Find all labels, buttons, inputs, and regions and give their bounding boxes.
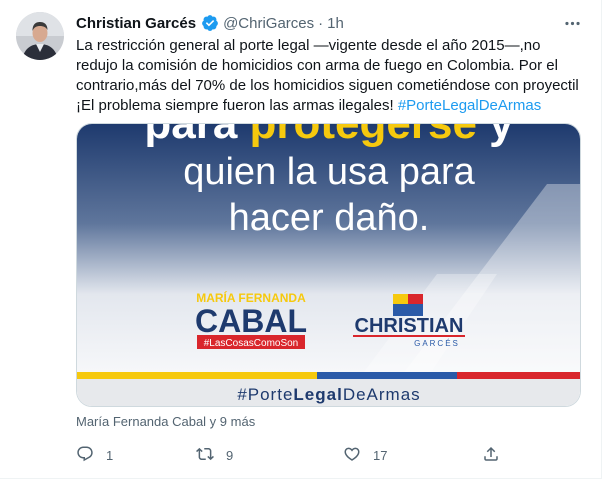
retweet-button[interactable]: 9 [196,444,233,466]
tweet-media-image[interactable]: para protegerse y quien la usa para hace… [76,123,581,407]
tweet-text-line: La restricción general al porte legal —v… [76,37,541,54]
retweet-icon [196,445,214,466]
reply-count: 1 [106,447,114,463]
cabal-logo: MARÍA FERNANDA CABAL #LasCosasComoSon [195,290,307,349]
media-headline-line: para protegerse y [144,124,514,148]
cabal-logo-main: CABAL [195,303,307,339]
separator-dot: · [318,14,324,32]
media-footer-hashtag: #PorteLegalDeArmas [237,385,420,404]
tweet-header: Christian Garcés @ChriGarces · 1h [76,13,344,33]
author-handle[interactable]: @ChriGarces [223,15,314,32]
like-button[interactable]: 17 [343,444,387,466]
tagged-users-link[interactable]: María Fernanda Cabal y 9 más [76,414,255,429]
tweet-actions: 1 9 17 [76,444,516,466]
cabal-logo-tag: #LasCosasComoSon [204,338,299,349]
tweet-text-line: ¡El problema siempre fueron las armas il… [76,96,581,116]
like-count: 17 [373,447,388,463]
reply-button[interactable]: 1 [76,444,113,466]
reply-icon [76,445,94,466]
tweet-text-segment: ¡El problema siempre fueron las armas il… [76,97,398,114]
media-headline-line: quien la usa para [183,151,475,193]
avatar[interactable] [16,12,64,60]
share-button[interactable] [482,444,500,466]
hashtag-link[interactable]: #PorteLegalDeArmas [398,97,541,114]
tweet-text: La restricción general al porte legal —v… [76,36,581,116]
tweet-text-line: contrario,más del 70% de los homicidios … [76,77,579,94]
media-headline-line: hacer daño. [229,197,430,239]
tweet[interactable]: Christian Garcés @ChriGarces · 1h La res… [0,0,602,479]
share-icon [482,445,500,466]
timestamp[interactable]: 1h [327,15,344,32]
verified-badge-icon [201,14,219,32]
author-name[interactable]: Christian Garcés [76,15,196,32]
more-options-icon[interactable] [561,12,583,34]
heart-icon [343,445,361,466]
garces-logo-sub: GARCÉS [414,339,460,348]
garces-logo-main: CHRISTIAN [355,315,464,337]
retweet-count: 9 [226,447,234,463]
tweet-text-line: redujo la comisión de homicidios con arm… [76,57,558,74]
